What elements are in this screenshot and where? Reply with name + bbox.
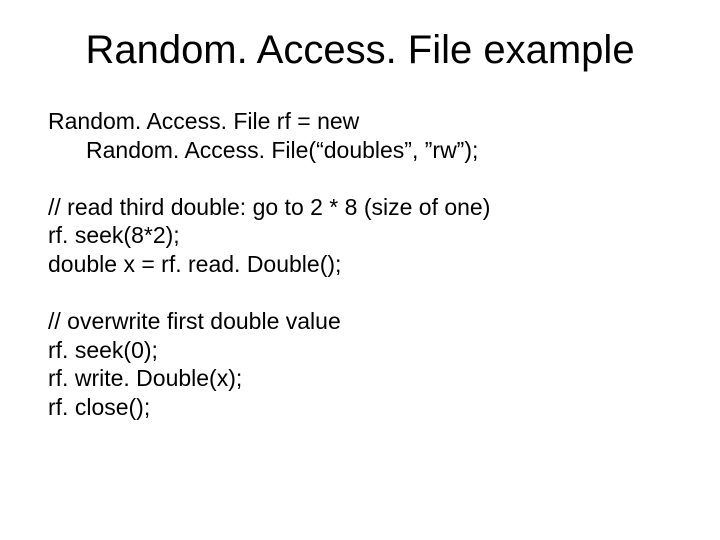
code-line: double x = rf. read. Double(); [48,250,672,279]
code-line: rf. close(); [48,393,672,422]
code-line: // overwrite first double value [48,307,672,336]
code-block-read: // read third double: go to 2 * 8 (size … [48,193,672,279]
code-block-declaration: Random. Access. File rf = new Random. Ac… [48,107,672,165]
code-line: Random. Access. File(“doubles”, ”rw”); [48,136,672,165]
code-block-write: // overwrite first double value rf. seek… [48,307,672,422]
slide: Random. Access. File example Random. Acc… [0,0,720,540]
code-line: rf. seek(8*2); [48,221,672,250]
code-line: Random. Access. File rf = new [48,107,672,136]
code-line: rf. write. Double(x); [48,364,672,393]
code-line: // read third double: go to 2 * 8 (size … [48,193,672,222]
slide-body: Random. Access. File rf = new Random. Ac… [48,107,672,422]
slide-title: Random. Access. File example [48,28,672,73]
code-line: rf. seek(0); [48,336,672,365]
